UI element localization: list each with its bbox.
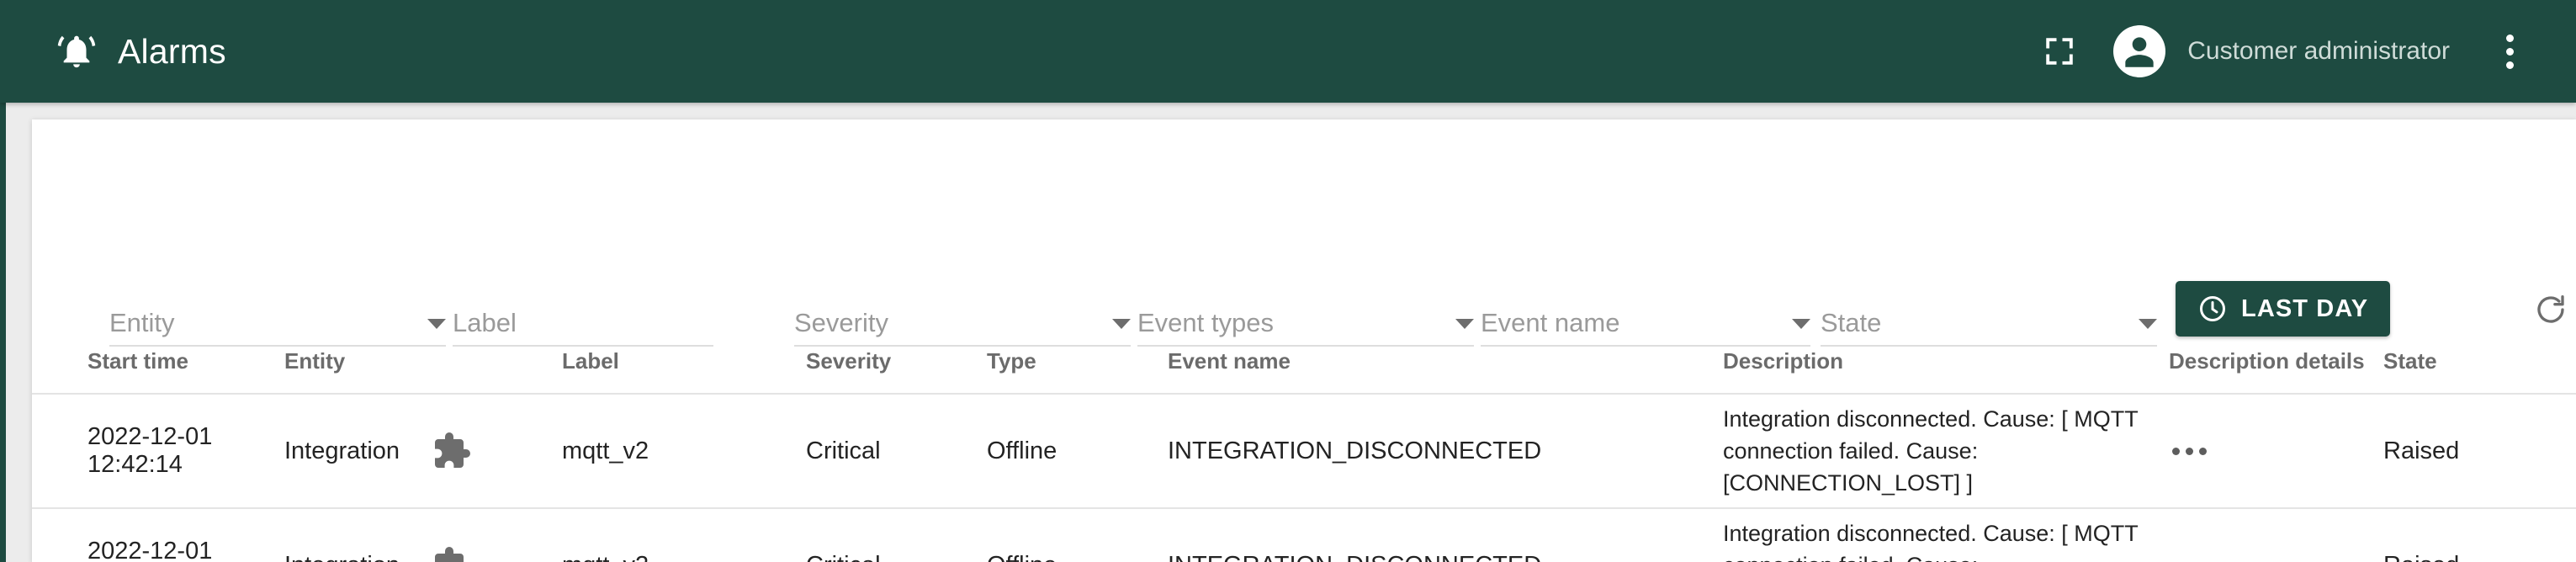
cell-type: Offline xyxy=(987,507,1168,562)
puzzle-piece-icon xyxy=(432,431,472,471)
alarms-table: Start time Entity Label Severity Type Ev… xyxy=(32,330,2576,562)
table-header: Start time Entity Label Severity Type Ev… xyxy=(32,330,2576,394)
column-header-state[interactable]: State xyxy=(2383,330,2576,394)
time-range-button[interactable]: LAST DAY xyxy=(2176,281,2391,337)
refresh-button[interactable] xyxy=(2526,284,2576,335)
table-row[interactable]: 2022-12-01 12:42:14 Integration mqtt_v2 xyxy=(32,393,2576,508)
page-title: Alarms xyxy=(118,31,226,71)
column-header-description[interactable]: Description xyxy=(1723,330,2169,394)
refresh-icon xyxy=(2533,292,2568,327)
table-header-row: Start time Entity Label Severity Type Ev… xyxy=(32,330,2576,394)
ellipsis-icon[interactable] xyxy=(2169,555,2210,562)
cell-state: Raised xyxy=(2383,507,2576,562)
clock-icon xyxy=(2197,294,2228,324)
cell-start-time: 2022-12-01 12:42:14 xyxy=(32,393,284,508)
column-header-severity[interactable]: Severity xyxy=(806,330,987,394)
column-header-type[interactable]: Type xyxy=(987,330,1168,394)
cell-description: Integration disconnected. Cause: [ MQTT … xyxy=(1723,507,2169,562)
column-header-description-details[interactable]: Description details xyxy=(2169,330,2383,394)
chevron-down-icon xyxy=(1455,319,1474,329)
column-header-entity[interactable]: Entity xyxy=(284,330,562,394)
cell-description: Integration disconnected. Cause: [ MQTT … xyxy=(1723,393,2169,508)
time-range-label: LAST DAY xyxy=(2241,294,2369,322)
column-header-label[interactable]: Label xyxy=(562,330,806,394)
fullscreen-icon xyxy=(2042,34,2077,69)
toolbar-right-group: Customer administrator xyxy=(2019,11,2576,92)
toolbar-left-group: Alarms xyxy=(0,32,226,72)
cell-description-details xyxy=(2169,393,2383,508)
top-toolbar: Alarms Customer administrator xyxy=(0,0,2576,103)
cell-entity-text: Integration xyxy=(284,552,432,562)
cell-type: Offline xyxy=(987,393,1168,508)
user-name-label: Customer administrator xyxy=(2187,37,2450,65)
cell-event-name: INTEGRATION_DISCONNECTED xyxy=(1168,507,1723,562)
table-row[interactable]: 2022-12-01 12:17:41 Integration mqtt_v2 xyxy=(32,507,2576,562)
cell-entity: Integration xyxy=(284,393,562,508)
column-header-start-time[interactable]: Start time xyxy=(32,330,284,394)
cell-start-time: 2022-12-01 12:17:41 xyxy=(32,507,284,562)
avatar[interactable] xyxy=(2113,25,2166,77)
alarms-card: Entity Label Severity Event types Event … xyxy=(32,119,2576,562)
entity-cell-content: Integration xyxy=(284,545,562,562)
chevron-down-icon xyxy=(1112,319,1131,329)
chevron-down-icon xyxy=(427,319,446,329)
left-sidebar-rail xyxy=(0,103,6,562)
table-body: 2022-12-01 12:42:14 Integration mqtt_v2 xyxy=(32,393,2576,562)
cell-event-name: INTEGRATION_DISCONNECTED xyxy=(1168,393,1723,508)
alarms-page: Alarms Customer administrator Entity Lab… xyxy=(0,0,2576,562)
cell-label: mqtt_v2 xyxy=(562,507,806,562)
more-vert-icon[interactable] xyxy=(2473,11,2546,92)
cell-state: Raised xyxy=(2383,393,2576,508)
chevron-down-icon xyxy=(2139,319,2157,329)
ellipsis-icon[interactable] xyxy=(2169,441,2210,462)
entity-cell-content: Integration xyxy=(284,431,562,471)
cell-label: mqtt_v2 xyxy=(562,393,806,508)
description-text: Integration disconnected. Cause: [ MQTT … xyxy=(1723,521,2139,562)
cell-severity: Critical xyxy=(806,393,987,508)
fullscreen-button[interactable] xyxy=(2019,11,2100,92)
chevron-down-icon xyxy=(1792,319,1810,329)
account-circle-icon xyxy=(2125,37,2154,67)
cell-severity: Critical xyxy=(806,507,987,562)
cell-entity: Integration xyxy=(284,507,562,562)
puzzle-piece-icon xyxy=(432,545,472,562)
description-text: Integration disconnected. Cause: [ MQTT … xyxy=(1723,406,2139,496)
column-header-event-name[interactable]: Event name xyxy=(1168,330,1723,394)
cell-description-details xyxy=(2169,507,2383,562)
cell-entity-text: Integration xyxy=(284,437,400,464)
notifications-active-icon xyxy=(57,32,96,71)
